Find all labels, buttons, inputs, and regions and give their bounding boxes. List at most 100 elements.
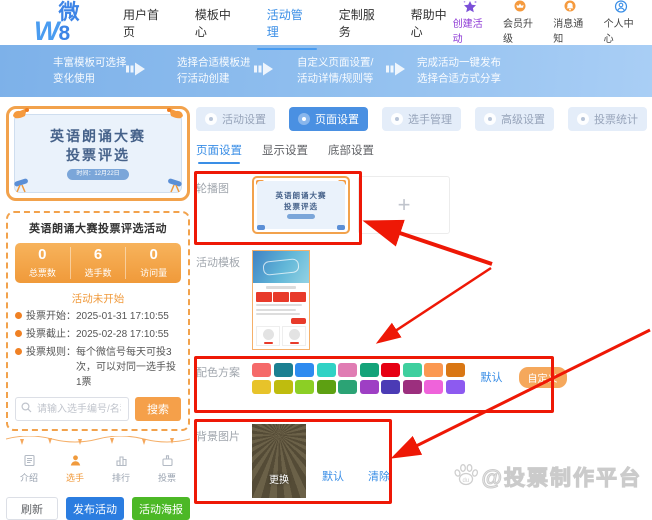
megaphone-icon	[11, 107, 31, 128]
stats-bar: 0 总票数 6 选手数 0 访问量	[15, 243, 181, 283]
color-swatch[interactable]	[403, 363, 422, 377]
color-scheme-label: 配色方案	[196, 360, 252, 394]
bg-clear-link[interactable]: 清除	[368, 468, 390, 484]
nav-item-custom-service[interactable]: 定制服务	[337, 0, 381, 55]
settings-tabs: 活动设置 页面设置 选手管理 高级设置 投票统计 预览效果	[196, 106, 646, 132]
color-swatch[interactable]	[295, 380, 314, 394]
personal-center-button[interactable]: 个人中心	[604, 0, 638, 45]
megaphone-icon	[165, 107, 185, 128]
activity-status: 活动未开始	[15, 291, 181, 306]
sidebar-tab-intro[interactable]: 介绍	[6, 454, 52, 484]
subtab-page-settings[interactable]: 页面设置	[196, 142, 242, 164]
nav-item-template-center[interactable]: 模板中心	[193, 0, 237, 55]
telescope-icon	[337, 225, 345, 230]
bg-change-button[interactable]: 更换	[269, 471, 289, 486]
color-swatch[interactable]	[360, 363, 379, 377]
color-default-link[interactable]: 默认	[481, 369, 503, 385]
background-image-row: 背景图片 更换 默认 清除	[196, 424, 646, 498]
tab-page-settings[interactable]: 页面设置	[289, 107, 368, 131]
plus-icon: +	[398, 192, 411, 218]
tab-circle-icon	[391, 113, 403, 125]
color-swatch[interactable]	[446, 380, 465, 394]
color-swatch[interactable]	[446, 363, 465, 377]
tab-activity-settings[interactable]: 活动设置	[196, 107, 275, 131]
subtab-display-settings[interactable]: 显示设置	[262, 142, 308, 164]
color-swatches	[252, 360, 465, 394]
color-swatch[interactable]	[317, 363, 336, 377]
sidebar-tab-ranking[interactable]: 排行	[98, 454, 144, 484]
bullet-icon	[15, 312, 22, 319]
rules-list: 投票开始： 2025-01-31 17:10:55 投票截止： 2025-02-…	[15, 309, 181, 390]
carousel-thumb-inner: 英语朗诵大赛 投票评选	[257, 181, 345, 229]
logo-w-icon: W	[34, 19, 57, 43]
poster-inner: 英语朗诵大赛 投票评选 时间：12月22日	[14, 114, 182, 193]
background-image-label: 背景图片	[196, 424, 252, 498]
tab-vote-statistics[interactable]: 投票统计	[568, 107, 647, 131]
color-swatch-row-1	[252, 363, 465, 377]
color-swatch[interactable]	[274, 380, 293, 394]
color-swatch[interactable]	[403, 380, 422, 394]
color-swatch[interactable]	[317, 380, 336, 394]
sidebar-tab-vote[interactable]: 投票	[144, 454, 190, 484]
color-swatch[interactable]	[274, 363, 293, 377]
color-swatch[interactable]	[338, 380, 357, 394]
color-swatch[interactable]	[381, 380, 400, 394]
activity-preview-sidebar: 英语朗诵大赛 投票评选 时间：12月22日 英语朗诵大赛投票评选活动 0 总票数…	[6, 106, 190, 520]
logo[interactable]: W 微8	[34, 2, 85, 44]
template-player-cell	[282, 326, 306, 346]
ballot-box-icon	[161, 454, 174, 469]
refresh-button[interactable]: 刷新	[6, 497, 58, 520]
logo-text: 微8	[58, 2, 84, 44]
template-label: 活动模板	[196, 250, 252, 350]
bg-default-link[interactable]: 默认	[322, 468, 344, 484]
settings-panel: 活动设置 页面设置 选手管理 高级设置 投票统计 预览效果 页面设置 显示设置 …	[196, 106, 646, 498]
create-activity-button[interactable]: 创建活动	[453, 0, 487, 45]
person-icon	[69, 454, 82, 469]
color-swatch[interactable]	[424, 380, 443, 394]
color-swatch[interactable]	[338, 363, 357, 377]
member-upgrade-button[interactable]: 会员升级	[503, 0, 537, 45]
activity-template-thumb[interactable]	[252, 250, 310, 350]
nav-item-activity-manage[interactable]: 活动管理	[265, 0, 309, 55]
color-swatch[interactable]	[424, 363, 443, 377]
nav-item-help-center[interactable]: 帮助中心	[409, 0, 453, 55]
poster-date-badge: 时间：12月22日	[67, 169, 128, 179]
avatar	[289, 329, 300, 340]
poster-title-line1: 英语朗诵大赛	[50, 127, 146, 146]
message-notice-button[interactable]: 消息通知	[553, 0, 587, 45]
stat-visits: 0 访问量	[125, 247, 181, 279]
tab-player-manage[interactable]: 选手管理	[382, 107, 461, 131]
telescope-icon	[257, 225, 265, 230]
rule-end: 投票截止： 2025-02-28 17:10:55	[15, 327, 181, 342]
banner-step-2: 选择合适模板进行活动创建	[177, 55, 251, 88]
user-icon	[613, 0, 629, 14]
template-header-image	[253, 251, 309, 283]
carousel-image-thumb[interactable]: 英语朗诵大赛 投票评选	[252, 176, 350, 234]
color-swatch[interactable]	[360, 380, 379, 394]
page-settings-subtabs: 页面设置 显示设置 底部设置	[196, 142, 646, 164]
add-carousel-image-button[interactable]: +	[358, 176, 450, 234]
tab-circle-icon	[484, 113, 496, 125]
bell-icon	[562, 0, 578, 14]
color-swatch[interactable]	[381, 363, 400, 377]
document-icon	[23, 454, 36, 469]
activity-poster-button[interactable]: 活动海报	[132, 497, 190, 520]
search-input[interactable]	[35, 403, 123, 416]
activity-poster: 英语朗诵大赛 投票评选 时间：12月22日	[6, 106, 190, 201]
template-mini-button	[291, 318, 306, 324]
color-swatch[interactable]	[252, 380, 271, 394]
nav-item-user-home[interactable]: 用户首页	[121, 0, 165, 55]
mini-date-badge	[287, 214, 315, 219]
search-button[interactable]: 搜索	[135, 397, 181, 421]
color-swatch[interactable]	[295, 363, 314, 377]
tab-advanced-settings[interactable]: 高级设置	[475, 107, 554, 131]
color-custom-button[interactable]: 自定义	[519, 367, 567, 388]
bunting-decoration	[6, 435, 190, 453]
tab-circle-icon	[298, 113, 310, 125]
publish-activity-button[interactable]: 发布活动	[66, 497, 124, 520]
banner-step-3: 自定义页面设置/活动详情/规则等	[297, 55, 373, 88]
color-swatch[interactable]	[252, 363, 271, 377]
background-image-thumb[interactable]: 更换	[252, 424, 306, 498]
subtab-bottom-settings[interactable]: 底部设置	[328, 142, 374, 164]
sidebar-tab-players[interactable]: 选手	[52, 454, 98, 484]
